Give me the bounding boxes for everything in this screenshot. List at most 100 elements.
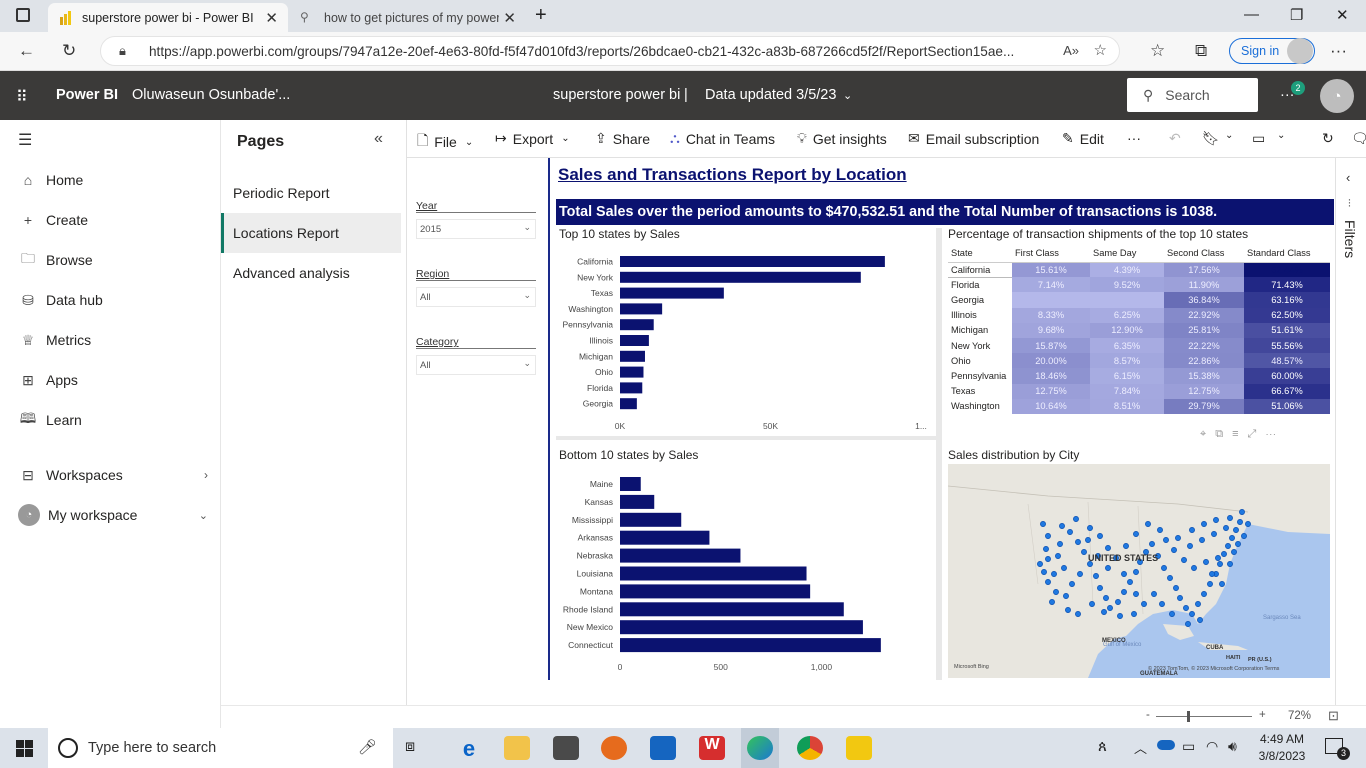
city-dot[interactable]	[1057, 541, 1063, 547]
bar-maine[interactable]	[620, 477, 641, 491]
edge-legacy-icon[interactable]: e	[456, 736, 482, 761]
city-dot[interactable]	[1049, 599, 1055, 605]
city-dot[interactable]	[1217, 561, 1223, 567]
slicer-dropdown-category[interactable]: All ⌄	[416, 355, 536, 375]
city-dot[interactable]	[1107, 605, 1113, 611]
bar-ohio[interactable]	[620, 366, 644, 378]
city-dot[interactable]	[1181, 557, 1187, 563]
city-dot[interactable]	[1059, 523, 1065, 529]
column-header[interactable]: Standard Class	[1244, 244, 1330, 263]
minimize-icon[interactable]: —	[1244, 6, 1259, 23]
city-dot[interactable]	[1215, 555, 1221, 561]
bottom10-bar-chart[interactable]: Maine Kansas Mississippi Arkansas Nebraska Lo…	[556, 470, 934, 680]
city-dot[interactable]	[1133, 591, 1139, 597]
city-dot[interactable]	[1117, 613, 1123, 619]
zoom-slider-thumb[interactable]	[1187, 711, 1190, 722]
city-dot[interactable]	[1043, 546, 1049, 552]
slicer-dropdown-region[interactable]: All ⌄	[416, 287, 536, 307]
lock-icon[interactable]: 🔒︎	[119, 43, 126, 59]
city-dot[interactable]	[1081, 549, 1087, 555]
city-dot[interactable]	[1183, 605, 1189, 611]
taskbar-search[interactable]: Type here to search 🎤︎	[48, 728, 393, 768]
city-dot[interactable]	[1157, 527, 1163, 533]
windows-start-icon[interactable]	[16, 740, 33, 762]
bar-rhode-island[interactable]	[620, 602, 844, 617]
city-dot[interactable]	[1051, 571, 1057, 577]
favorite-add-icon[interactable]: ☆	[1094, 41, 1107, 59]
table-row[interactable]: Ohio 20.00% 8.57% 22.86% 48.57%	[948, 353, 1330, 369]
city-dot[interactable]	[1175, 535, 1181, 541]
microphone-icon[interactable]: 🎤︎	[358, 738, 377, 756]
city-dot[interactable]	[1201, 521, 1207, 527]
city-dot[interactable]	[1235, 541, 1241, 547]
bar-new-mexico[interactable]	[620, 620, 863, 635]
city-dot[interactable]	[1199, 537, 1205, 543]
tab-close-icon[interactable]: ✕	[503, 9, 516, 27]
table-row[interactable]: Georgia 36.84% 63.16%	[948, 292, 1330, 308]
city-dot[interactable]	[1191, 565, 1197, 571]
focus-mode-icon[interactable]: ⤢	[1247, 428, 1265, 440]
email-subscription-button[interactable]: ✉ Email subscription	[908, 130, 1039, 147]
tab-search[interactable]: ⚲ how to get pictures of my power ✕	[290, 3, 526, 32]
sales-map[interactable]: UNITED STATES Gulf of Mexico Sargasso Se…	[948, 464, 1330, 678]
task-view-icon[interactable]: ⧈	[405, 738, 415, 756]
browser-menu-icon[interactable]: ···	[1330, 41, 1347, 61]
mail-icon[interactable]	[650, 736, 676, 760]
city-dot[interactable]	[1061, 565, 1067, 571]
city-dot[interactable]	[1207, 581, 1213, 587]
city-dot[interactable]	[1241, 533, 1247, 539]
bar-mississippi[interactable]	[620, 512, 682, 527]
bar-kansas[interactable]	[620, 494, 655, 509]
city-dot[interactable]	[1173, 585, 1179, 591]
column-header[interactable]: State	[948, 244, 1012, 263]
page-tab-locations-report[interactable]: Locations Report	[221, 213, 401, 253]
bar-connecticut[interactable]	[620, 638, 881, 653]
bar-nebraska[interactable]	[620, 548, 741, 563]
get-insights-button[interactable]: 💡︎ Get insights	[797, 130, 887, 147]
city-dot[interactable]	[1063, 593, 1069, 599]
table-row[interactable]: New York 15.87% 6.35% 22.22% 55.56%	[948, 337, 1330, 354]
tab-close-icon[interactable]: ✕	[265, 9, 278, 27]
firefox-icon[interactable]	[601, 736, 627, 760]
tray-chevron-icon[interactable]: ︿	[1134, 738, 1147, 757]
chat-in-teams-button[interactable]: ⛬ Chat in Teams	[670, 130, 775, 147]
read-aloud-icon[interactable]: A»	[1063, 43, 1079, 58]
zoom-in-icon[interactable]: +	[1259, 709, 1266, 721]
bookmark-icon[interactable]: 🔖︎	[1202, 130, 1220, 147]
bar-louisiana[interactable]	[620, 566, 807, 581]
filter-icon[interactable]: ≡	[1232, 428, 1247, 440]
tab-actions-icon[interactable]	[16, 8, 30, 22]
city-dot[interactable]	[1163, 537, 1169, 543]
city-dot[interactable]	[1189, 611, 1195, 617]
new-tab-icon[interactable]: +	[535, 4, 547, 27]
chevron-down-icon[interactable]: ⌄	[1277, 130, 1285, 141]
city-dot[interactable]	[1041, 569, 1047, 575]
city-dot[interactable]	[1195, 601, 1201, 607]
city-dot[interactable]	[1053, 589, 1059, 595]
city-dot[interactable]	[1115, 599, 1121, 605]
people-icon[interactable]: ጰ	[1098, 738, 1107, 755]
city-dot[interactable]	[1073, 516, 1079, 522]
city-dot[interactable]	[1045, 556, 1051, 562]
city-dot[interactable]	[1045, 533, 1051, 539]
table-row[interactable]: Washington 10.64% 8.51% 29.79% 51.06%	[948, 398, 1330, 414]
city-dot[interactable]	[1233, 527, 1239, 533]
table-row[interactable]: Michigan 9.68% 12.90% 25.81% 51.61%	[948, 322, 1330, 338]
city-dot[interactable]	[1209, 571, 1215, 577]
bar-georgia[interactable]	[620, 398, 637, 410]
city-dot[interactable]	[1221, 551, 1227, 557]
city-dot[interactable]	[1105, 565, 1111, 571]
city-dot[interactable]	[1133, 531, 1139, 537]
search-box[interactable]: ⚲ Search	[1127, 78, 1258, 112]
city-dot[interactable]	[1065, 607, 1071, 613]
refresh-visuals-icon[interactable]: ↻	[1322, 130, 1334, 147]
brand-label[interactable]: Power BI	[56, 87, 118, 103]
file-menu[interactable]: 🗋︎ File ⌄	[417, 130, 473, 154]
city-dot[interactable]	[1239, 509, 1245, 515]
city-dot[interactable]	[1227, 515, 1233, 521]
city-dot[interactable]	[1097, 585, 1103, 591]
city-dot[interactable]	[1123, 543, 1129, 549]
city-dot[interactable]	[1237, 519, 1243, 525]
city-dot[interactable]	[1225, 543, 1231, 549]
bar-montana[interactable]	[620, 584, 811, 599]
